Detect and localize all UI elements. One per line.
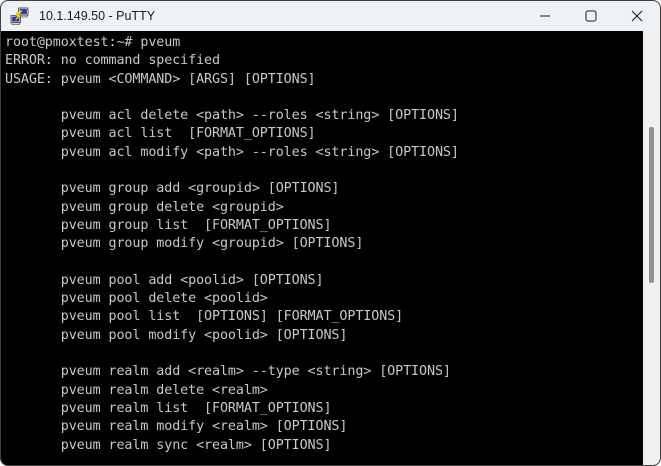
terminal-line: pveum pool delete <poolid>	[5, 291, 268, 307]
putty-window: 10.1.149.50 - PuTTY root@pmoxtest:~# pve…	[0, 0, 661, 466]
terminal-line: pveum group delete <groupid>	[5, 199, 284, 215]
terminal-line: pveum group modify <groupid> [OPTIONS]	[5, 236, 364, 252]
terminal-line: pveum realm delete <realm>	[5, 382, 268, 398]
scrollbar[interactable]	[643, 31, 660, 465]
terminal-line: pveum pool add <poolid> [OPTIONS]	[5, 272, 324, 288]
terminal-line: pveum acl delete <path> --roles <string>…	[5, 108, 459, 124]
scrollbar-thumb[interactable]	[649, 127, 654, 283]
terminal-line: pveum pool modify <poolid> [OPTIONS]	[5, 327, 348, 343]
window-title: 10.1.149.50 - PuTTY	[39, 9, 156, 23]
terminal-output[interactable]: root@pmoxtest:~# pveum ERROR: no command …	[1, 31, 643, 465]
close-icon	[631, 10, 643, 22]
maximize-icon	[585, 10, 597, 22]
terminal-line: pveum group list [FORMAT_OPTIONS]	[5, 217, 332, 233]
terminal-line: pveum pool list [OPTIONS] [FORMAT_OPTION…	[5, 309, 404, 325]
maximize-button[interactable]	[568, 1, 614, 31]
terminal-line: pveum realm sync <realm> [OPTIONS]	[5, 437, 332, 453]
window-controls	[522, 1, 660, 31]
terminal-line: root@pmoxtest:~# pveum	[5, 35, 181, 50]
titlebar[interactable]: 10.1.149.50 - PuTTY	[1, 1, 660, 31]
terminal-line: pveum group add <groupid> [OPTIONS]	[5, 181, 340, 197]
minimize-icon	[540, 15, 550, 17]
terminal-line: ERROR: no command specified	[5, 53, 220, 69]
putty-icon	[10, 7, 29, 26]
terminal-line: USAGE: pveum <COMMAND> [ARGS] [OPTIONS]	[5, 71, 316, 87]
window-body: root@pmoxtest:~# pveum ERROR: no command …	[1, 31, 660, 465]
terminal-line: pveum acl list [FORMAT_OPTIONS]	[5, 126, 316, 142]
close-button[interactable]	[614, 1, 660, 31]
terminal-line: pveum realm add <realm> --type <string> …	[5, 364, 451, 380]
terminal-line: pveum realm list [FORMAT_OPTIONS]	[5, 400, 332, 416]
minimize-button[interactable]	[522, 1, 568, 31]
terminal-line: pveum realm modify <realm> [OPTIONS]	[5, 419, 348, 435]
terminal-line: pveum acl modify <path> --roles <string>…	[5, 144, 459, 160]
